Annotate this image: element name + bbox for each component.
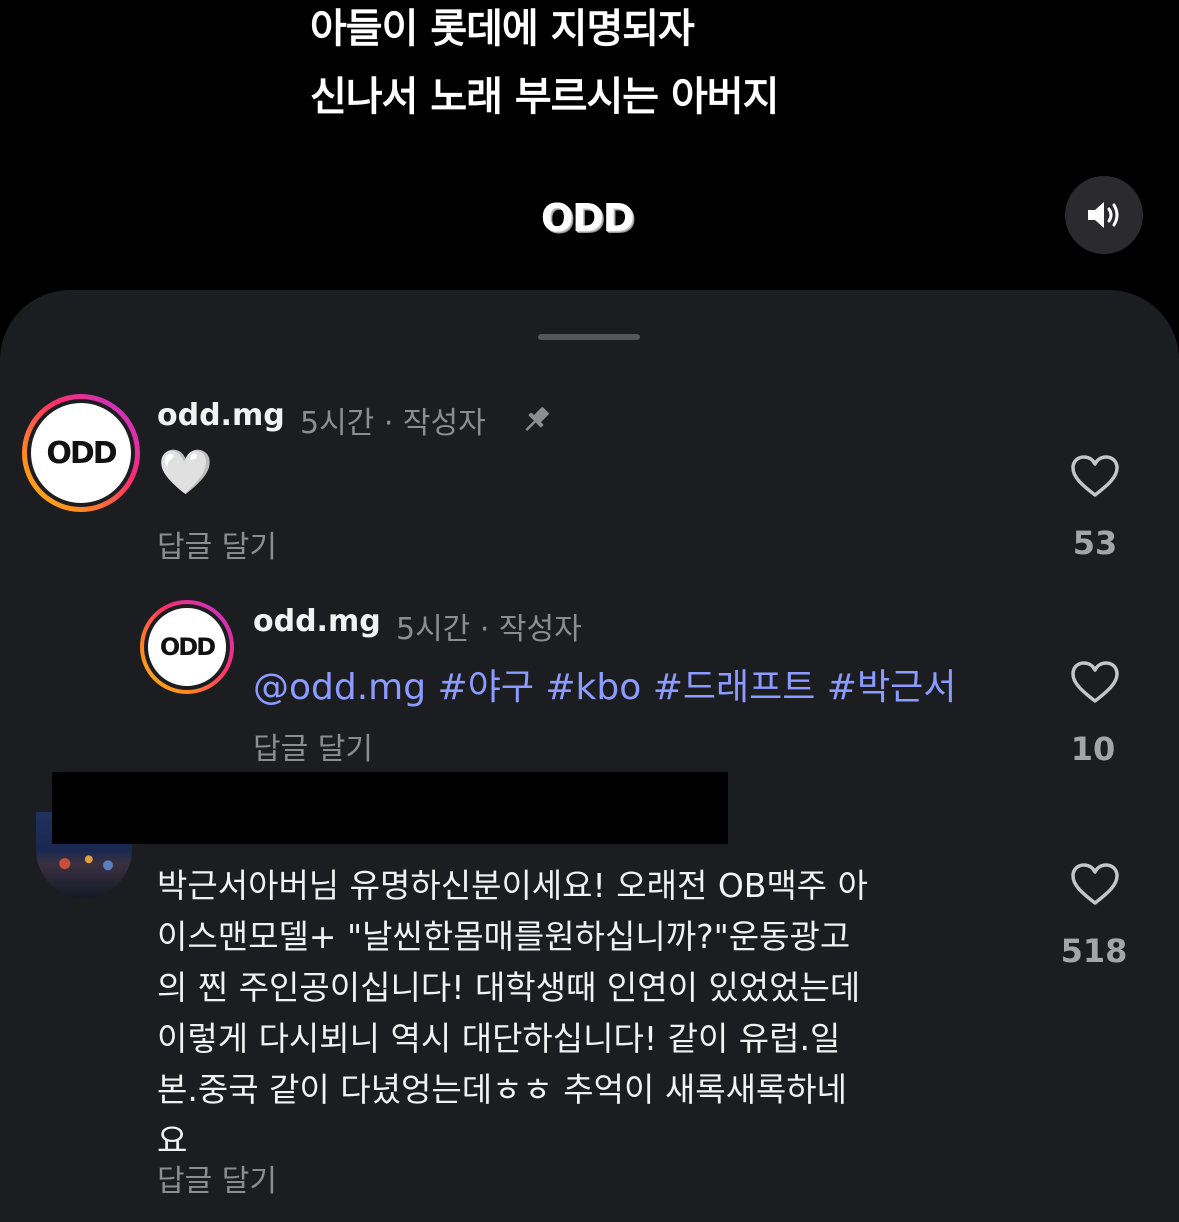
avatar[interactable]: ODD: [22, 394, 140, 512]
comment-text: 🤍: [158, 447, 213, 498]
reply-hashtags[interactable]: @odd.mg #야구 #kbo #드래프트 #박근서: [253, 658, 956, 710]
comment-username[interactable]: odd.mg: [157, 398, 285, 433]
reply-button[interactable]: 답글 달기: [253, 724, 373, 768]
comment-text: 박근서아버님 유명하신분이세요! 오래전 OB맥주 아 이스맨모델+ "날씬한몸…: [157, 860, 1017, 1166]
sheet-grabber[interactable]: [538, 334, 640, 340]
reply-button[interactable]: 답글 달기: [157, 522, 277, 566]
volume-button[interactable]: [1065, 176, 1143, 254]
like-count: 53: [1072, 524, 1118, 562]
reply-button[interactable]: 답글 달기: [157, 1156, 277, 1200]
comment-line: 이스맨모델+ "날씬한몸매를원하십니까?"운동광고: [157, 917, 851, 956]
reply-username[interactable]: odd.mg: [253, 604, 381, 639]
redacted-username: [52, 772, 728, 844]
comment-line: 의 찐 주인공이십니다! 대학생때 인연이 있었었는데: [157, 968, 861, 1007]
heart-icon[interactable]: [1070, 660, 1120, 704]
comment-line: 본.중국 같이 다녔엉는데ㅎㅎ 추억이 새록새록하네: [157, 1070, 848, 1109]
like-count: 518: [1060, 932, 1128, 970]
avatar[interactable]: ODD: [140, 600, 234, 694]
heart-icon[interactable]: [1070, 454, 1120, 498]
like-count: 10: [1070, 730, 1116, 768]
pin-icon: [525, 407, 549, 431]
caption-line-2: 신나서 노래 부르시는 아버지: [310, 74, 779, 120]
avatar-logo: ODD: [159, 633, 216, 661]
heart-icon[interactable]: [1070, 862, 1120, 906]
comment-meta: 5시간 · 작성자: [300, 406, 486, 441]
reply-meta: 5시간 · 작성자: [396, 612, 582, 647]
caption-line-1: 아들이 롯데에 지명되자: [310, 6, 695, 52]
video-area[interactable]: 아들이 롯데에 지명되자 신나서 노래 부르시는 아버지 ODD: [0, 0, 1179, 300]
comment-line: 이렇게 다시뵈니 역시 대단하십니다! 같이 유럽.일: [157, 1019, 841, 1058]
video-logo: ODD: [541, 196, 634, 240]
comment-line: 요: [157, 1121, 188, 1160]
comment-line: 박근서아버님 유명하신분이세요! 오래전 OB맥주 아: [157, 866, 869, 905]
speaker-icon: [1088, 202, 1119, 228]
avatar-logo: ODD: [46, 435, 117, 471]
comments-sheet: ODD odd.mg 5시간 · 작성자 🤍 답글 달기 53 ODD odd.…: [0, 290, 1179, 1222]
